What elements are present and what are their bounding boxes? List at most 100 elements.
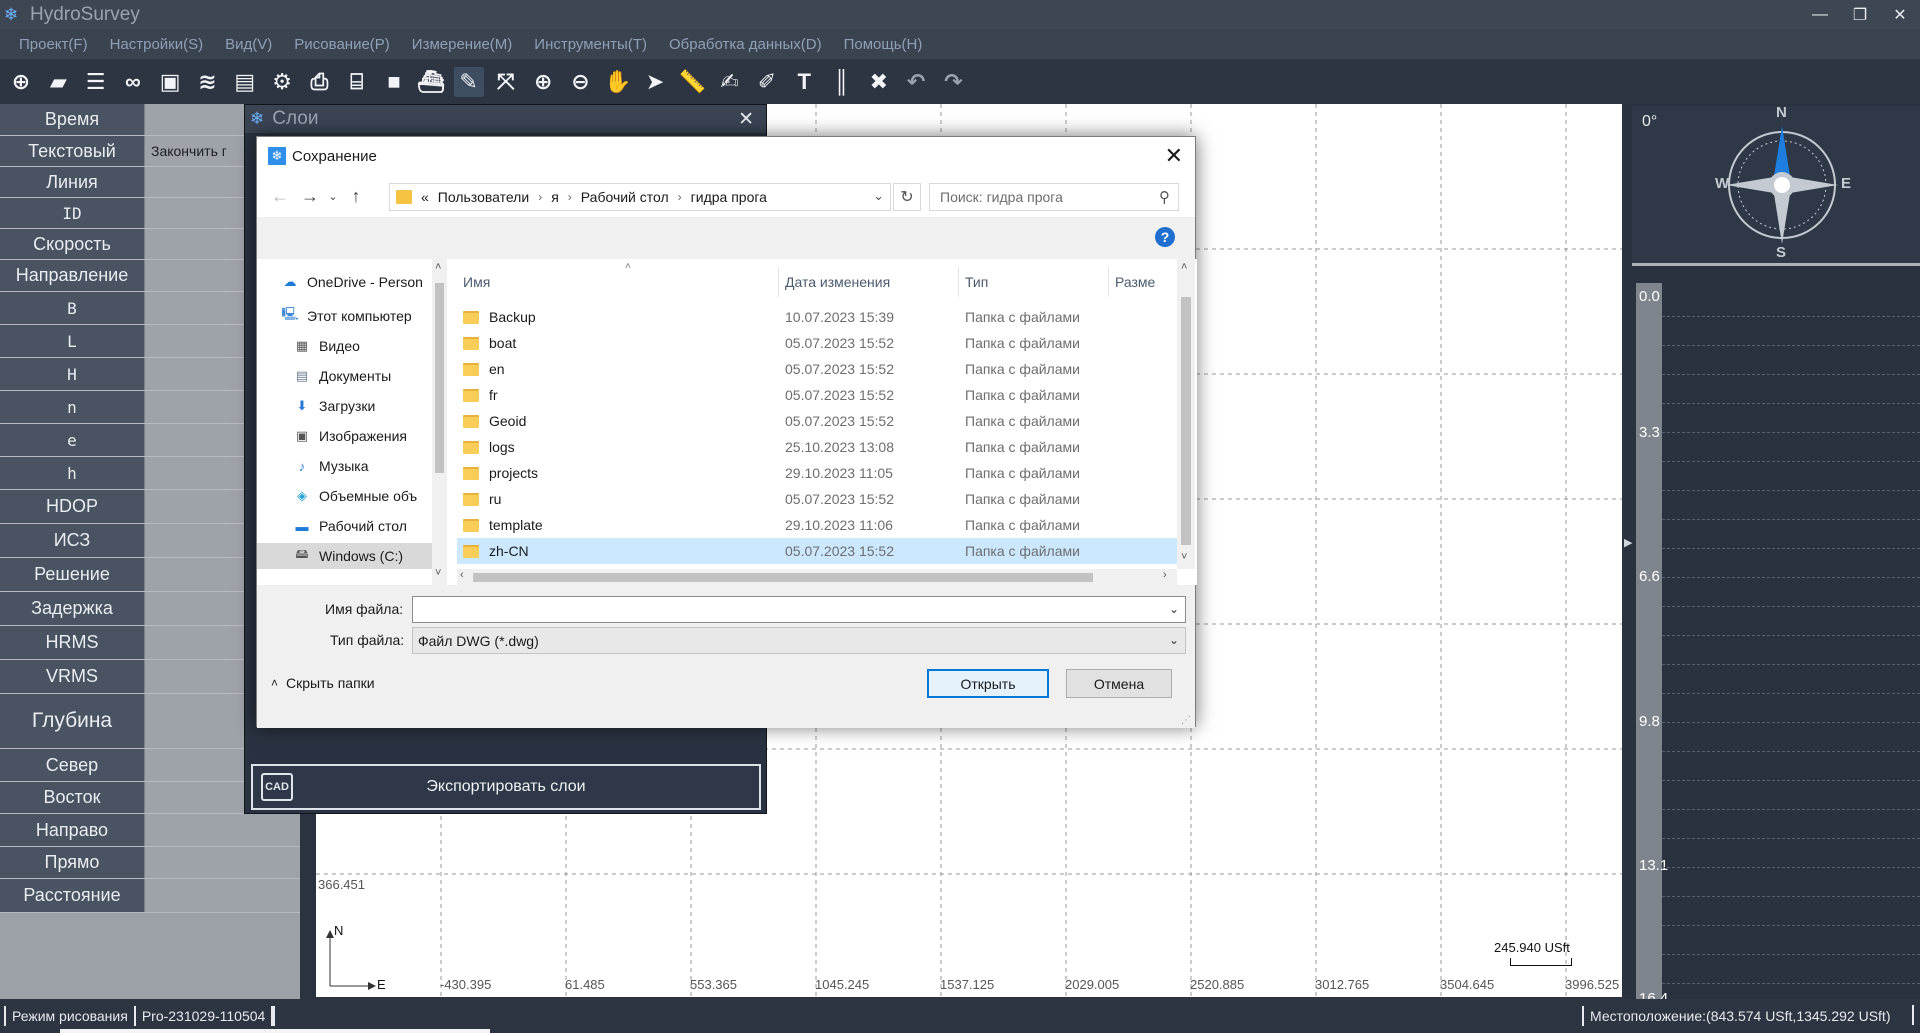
camera-icon[interactable]: ■	[379, 67, 409, 97]
gear-icon[interactable]: ⚙	[267, 67, 297, 97]
chevron-up-icon[interactable]: ˄	[1181, 261, 1187, 273]
file-row[interactable]: logs 25.10.2023 13:08 Папка с файлами	[457, 434, 1177, 460]
chevron-down-icon[interactable]: ⌄	[1169, 633, 1179, 647]
file-row[interactable]: boat 05.07.2023 15:52 Папка с файлами	[457, 330, 1177, 356]
tree-item-onedrive[interactable]: ☁ OneDrive - Person	[257, 269, 432, 295]
cancel-button[interactable]: Отмена	[1066, 669, 1172, 698]
search-input[interactable]: Поиск: гидра прога ⚲	[929, 183, 1179, 211]
scroll-thumb[interactable]	[1181, 297, 1191, 545]
file-row-selected[interactable]: zh-CN 05.07.2023 15:52 Папка с файлами	[457, 538, 1177, 564]
breadcrumb-desktop[interactable]: Рабочий стол	[581, 189, 669, 205]
file-row[interactable]: ru 05.07.2023 15:52 Папка с файлами	[457, 486, 1177, 512]
breadcrumb-user[interactable]: я	[551, 189, 559, 205]
column-type[interactable]: Тип	[959, 267, 1109, 297]
menu-project[interactable]: Проект(F)	[19, 36, 88, 53]
close-icon[interactable]: ✕	[1880, 0, 1920, 29]
edit-form-icon[interactable]: ✍	[715, 67, 745, 97]
panel-collapse-handle[interactable]: ▶	[1622, 104, 1632, 999]
boat-icon[interactable]: ⛴	[416, 67, 446, 97]
printer-icon[interactable]: ⎙	[304, 67, 334, 97]
menu-help[interactable]: Помощь(H)	[844, 36, 923, 53]
close-icon[interactable]: ✕	[738, 108, 754, 131]
file-row[interactable]: projects 29.10.2023 11:05 Папка с файлами	[457, 460, 1177, 486]
column-date[interactable]: Дата изменения	[779, 267, 959, 297]
text-tool-icon[interactable]: T	[789, 67, 819, 97]
open-folder-icon[interactable]: ▰	[43, 67, 73, 97]
tree-scrollbar[interactable]: ˄ ˅	[432, 259, 447, 585]
scroll-thumb[interactable]	[473, 573, 1093, 582]
undo-icon[interactable]: ↶	[901, 67, 931, 97]
file-list-vscrollbar[interactable]: ˄ ˅	[1177, 259, 1195, 569]
tree-item-desktop[interactable]: ▬ Рабочий стол	[257, 513, 432, 539]
database-icon[interactable]: ☰	[81, 67, 111, 97]
filetype-select[interactable]: Файл DWG (*.dwg) ⌄	[412, 627, 1186, 654]
delete-icon[interactable]: ✖	[864, 67, 894, 97]
chevron-down-icon[interactable]: ⌄	[1169, 602, 1179, 616]
print-preview-icon[interactable]: ⌸	[342, 67, 372, 97]
column-name[interactable]: Имя	[457, 267, 779, 297]
fit-extent-icon[interactable]: ⤧	[491, 67, 521, 97]
edit-pen-icon[interactable]: ✐	[752, 67, 782, 97]
document-edit-icon[interactable]: ▤	[230, 67, 260, 97]
pan-hand-icon[interactable]: ✋	[603, 67, 633, 97]
export-layers-button[interactable]: CAD Экспортировать слои	[251, 764, 761, 810]
barcode-icon[interactable]: ║	[827, 67, 857, 97]
file-list-hscrollbar[interactable]: ‹ ›	[457, 569, 1177, 585]
tree-item-video[interactable]: ▦ Видео	[257, 333, 432, 359]
tree-item-drive-c[interactable]: 🖴 Windows (C:)	[257, 543, 432, 569]
menu-measure[interactable]: Измерение(M)	[412, 36, 513, 53]
file-row[interactable]: en 05.07.2023 15:52 Папка с файлами	[457, 356, 1177, 382]
menu-tools[interactable]: Инструменты(T)	[534, 36, 647, 53]
back-arrow-icon[interactable]: ←	[265, 181, 295, 211]
tree-item-downloads[interactable]: ⬇ Загрузки	[257, 393, 432, 419]
link-icon[interactable]: ∞	[118, 67, 148, 97]
scroll-thumb[interactable]	[435, 283, 444, 473]
layers-icon[interactable]: ≋	[192, 67, 222, 97]
tree-item-this-pc[interactable]: 🖳 Этот компьютер	[257, 303, 432, 329]
draw-mode-icon[interactable]: ✎	[453, 66, 484, 97]
breadcrumb-current-folder[interactable]: гидра прога	[691, 189, 767, 205]
zoom-in-icon[interactable]: ⊕	[528, 67, 558, 97]
file-row[interactable]: Backup 10.07.2023 15:39 Папка с файлами	[457, 304, 1177, 330]
chevron-left-icon[interactable]: ‹	[460, 569, 464, 581]
tree-item-music[interactable]: ♪ Музыка	[257, 453, 432, 479]
chevron-right-icon[interactable]: ›	[1163, 569, 1167, 581]
open-button[interactable]: Открыть	[927, 669, 1049, 698]
forward-arrow-icon[interactable]: →	[295, 181, 325, 211]
menu-data-processing[interactable]: Обработка данных(D)	[669, 36, 822, 53]
file-row[interactable]: fr 05.07.2023 15:52 Папка с файлами	[457, 382, 1177, 408]
hide-folders-toggle[interactable]: ˄ Скрыть папки	[271, 675, 375, 691]
file-row[interactable]: template 29.10.2023 11:06 Папка с файлами	[457, 512, 1177, 538]
chevron-up-icon[interactable]: ˄	[435, 261, 441, 273]
tree-item-3d-objects[interactable]: ◈ Объемные объ	[257, 483, 432, 509]
ruler-icon[interactable]: 📏	[677, 67, 707, 97]
chevron-down-icon[interactable]: ⌄	[325, 181, 341, 211]
up-arrow-icon[interactable]: ↑	[341, 181, 371, 211]
close-icon[interactable]: ✕	[1165, 143, 1183, 169]
chevron-down-icon[interactable]: ˅	[1181, 551, 1187, 563]
file-row[interactable]: Geoid 05.07.2023 15:52 Папка с файлами	[457, 408, 1177, 434]
minimize-icon[interactable]: —	[1800, 0, 1840, 29]
resize-grip-icon[interactable]: ⋰	[1181, 715, 1191, 726]
image-icon[interactable]: ▣	[155, 67, 185, 97]
breadcrumb-overflow[interactable]: «	[421, 189, 429, 205]
zoom-out-icon[interactable]: ⊖	[565, 67, 595, 97]
breadcrumb-users[interactable]: Пользователи	[438, 189, 529, 205]
status-divider	[1912, 1005, 1914, 1025]
menu-drawing[interactable]: Рисование(P)	[294, 36, 390, 53]
pointer-icon[interactable]: ➤	[640, 67, 670, 97]
address-bar[interactable]: « Пользователи › я › Рабочий стол › гидр…	[389, 183, 891, 211]
restore-icon[interactable]: ❐	[1840, 0, 1880, 29]
new-project-icon[interactable]: ⊕	[6, 67, 36, 97]
help-icon[interactable]: ?	[1155, 227, 1175, 247]
menu-settings[interactable]: Настройки(S)	[110, 36, 204, 53]
chevron-down-icon[interactable]: ⌄	[873, 188, 884, 204]
tree-item-documents[interactable]: ▤ Документы	[257, 363, 432, 389]
redo-icon[interactable]: ↷	[938, 67, 968, 97]
menu-view[interactable]: Вид(V)	[225, 36, 272, 53]
filename-input[interactable]: ⌄	[412, 596, 1186, 623]
chevron-down-icon[interactable]: ˅	[435, 567, 441, 579]
refresh-icon[interactable]: ↻	[893, 183, 921, 211]
tree-item-pictures[interactable]: ▣ Изображения	[257, 423, 432, 449]
column-size[interactable]: Разме	[1109, 267, 1177, 297]
